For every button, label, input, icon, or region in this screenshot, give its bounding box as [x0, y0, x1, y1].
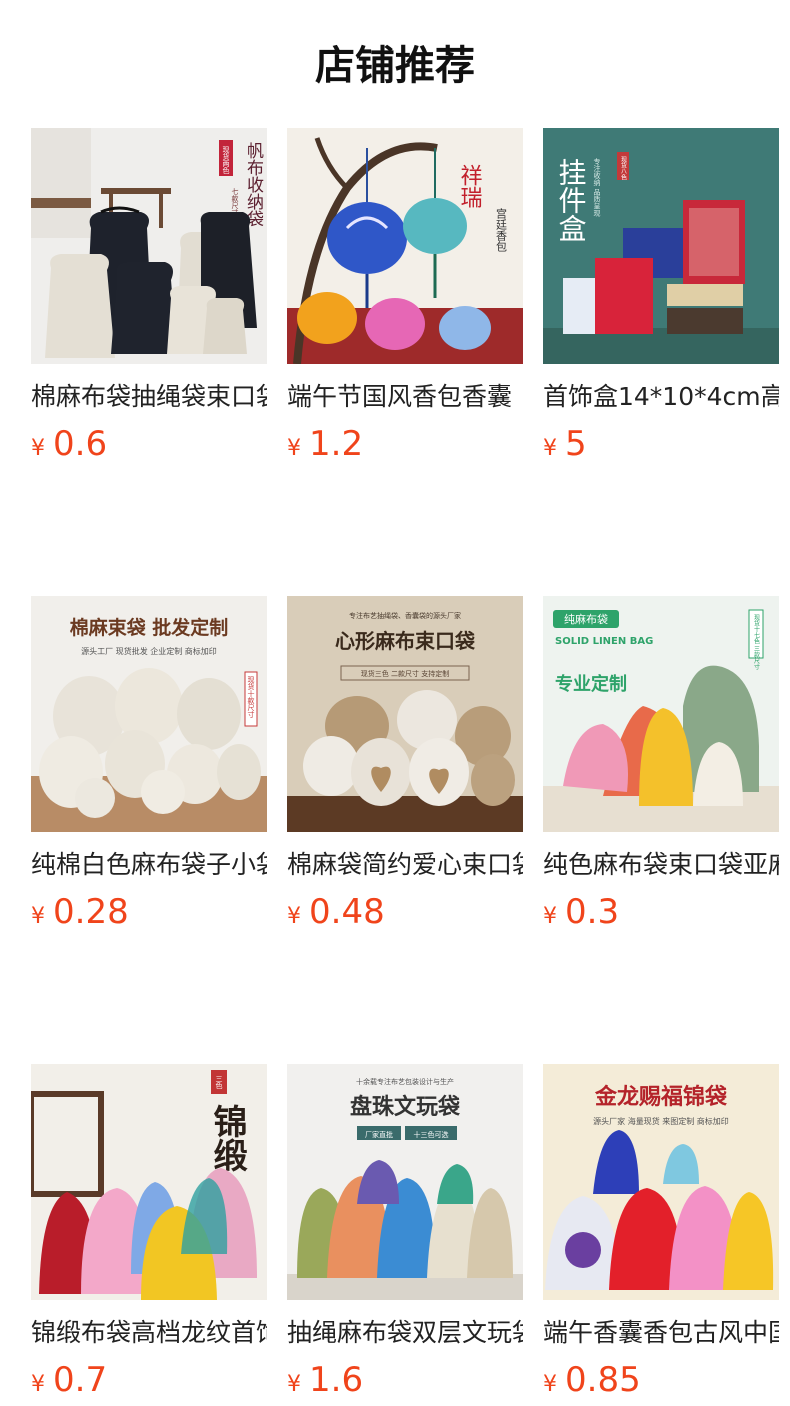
svg-text:厂家直批: 厂家直批 — [365, 1130, 393, 1139]
product-card[interactable]: 纯麻布袋 SOLID LINEN BAG 专业定制 现货十七色 三款尺寸 纯色麻… — [543, 596, 779, 932]
price-value: 1.6 — [309, 1360, 364, 1400]
currency-symbol: ¥ — [287, 1372, 301, 1397]
currency-symbol: ¥ — [31, 904, 45, 929]
price-value: 1.2 — [309, 424, 364, 464]
product-name[interactable]: 端午节国风香包香囊 — [287, 380, 523, 414]
currency-symbol: ¥ — [543, 436, 557, 461]
price-value: 0.85 — [565, 1360, 641, 1400]
product-image[interactable]: 锦缎 三色 — [31, 1064, 267, 1300]
product-grid: 现货两色 帆布收纳袋 七款尺寸 棉麻布袋抽绳袋束口袋 ¥0.6 祥瑞 宫廷香包 … — [31, 128, 779, 1400]
price-value: 0.48 — [309, 892, 385, 932]
currency-symbol: ¥ — [543, 904, 557, 929]
svg-text:十三色可选: 十三色可选 — [414, 1130, 449, 1139]
product-image[interactable]: 挂件盒 专注收纳 品质呈现 现货八色 — [543, 128, 779, 364]
product-price: ¥0.6 — [31, 424, 267, 464]
currency-symbol: ¥ — [287, 904, 301, 929]
product-card[interactable]: 棉麻束袋 批发定制 源头工厂 现货批发 企业定制 商标加印 现货十款尺寸 纯棉白… — [31, 596, 267, 932]
svg-text:现货十款尺寸: 现货十款尺寸 — [247, 676, 255, 718]
svg-text:现货十七色 三款尺寸: 现货十七色 三款尺寸 — [753, 614, 760, 670]
product-price: ¥0.28 — [31, 892, 267, 932]
svg-text:金龙赐福锦袋: 金龙赐福锦袋 — [594, 1084, 728, 1110]
svg-text:SOLID LINEN BAG: SOLID LINEN BAG — [555, 636, 653, 647]
svg-text:专注布艺抽绳袋、香囊袋的源头厂家: 专注布艺抽绳袋、香囊袋的源头厂家 — [349, 611, 461, 620]
product-price: ¥5 — [543, 424, 779, 464]
svg-text:现货八色: 现货八色 — [620, 156, 627, 180]
page-title: 店铺推荐 — [315, 43, 475, 89]
currency-symbol: ¥ — [287, 436, 301, 461]
price-value: 0.28 — [53, 892, 129, 932]
product-card[interactable]: 专注布艺抽绳袋、香囊袋的源头厂家 心形麻布束口袋 现货三色 二款尺寸 支持定制 … — [287, 596, 523, 932]
product-name[interactable]: 棉麻袋简约爱心束口袋 — [287, 848, 523, 882]
svg-text:锦缎: 锦缎 — [207, 1104, 247, 1172]
price-value: 0.6 — [53, 424, 108, 464]
price-value: 0.7 — [53, 1360, 108, 1400]
product-card[interactable]: 锦缎 三色 锦缎布袋高档龙纹首饰 ¥0.7 — [31, 1064, 267, 1400]
product-price: ¥0.7 — [31, 1360, 267, 1400]
product-price: ¥0.48 — [287, 892, 523, 932]
product-image[interactable]: 纯麻布袋 SOLID LINEN BAG 专业定制 现货十七色 三款尺寸 — [543, 596, 779, 832]
svg-text:心形麻布束口袋: 心形麻布束口袋 — [335, 629, 476, 653]
svg-text:纯麻布袋: 纯麻布袋 — [564, 612, 608, 626]
product-card[interactable]: 祥瑞 宫廷香包 端午节国风香包香囊 ¥1.2 — [287, 128, 523, 464]
svg-text:专注收纳 品质呈现: 专注收纳 品质呈现 — [593, 157, 601, 217]
svg-text:现货三色 二款尺寸 支持定制: 现货三色 二款尺寸 支持定制 — [361, 669, 449, 678]
svg-text:源头厂家 海量现货 来图定制 商标加印: 源头厂家 海量现货 来图定制 商标加印 — [593, 1116, 729, 1126]
product-name[interactable]: 棉麻布袋抽绳袋束口袋 — [31, 380, 267, 414]
svg-text:三色: 三色 — [215, 1075, 223, 1089]
product-image[interactable]: 金龙赐福锦袋 源头厂家 海量现货 来图定制 商标加印 — [543, 1064, 779, 1300]
product-card[interactable]: 挂件盒 专注收纳 品质呈现 现货八色 首饰盒14*10*4cm高档 ¥5 — [543, 128, 779, 464]
product-price: ¥0.85 — [543, 1360, 779, 1400]
product-price: ¥0.3 — [543, 892, 779, 932]
product-price: ¥1.2 — [287, 424, 523, 464]
svg-text:专业定制: 专业定制 — [555, 673, 627, 695]
product-image[interactable]: 祥瑞 宫廷香包 — [287, 128, 523, 364]
price-value: 5 — [565, 424, 587, 464]
svg-text:十余载专注布艺包装设计与生产: 十余载专注布艺包装设计与生产 — [356, 1077, 454, 1086]
product-name[interactable]: 纯棉白色麻布袋子小袋 — [31, 848, 267, 882]
svg-text:祥瑞: 祥瑞 — [457, 164, 483, 208]
product-name[interactable]: 锦缎布袋高档龙纹首饰 — [31, 1316, 267, 1350]
product-image[interactable]: 棉麻束袋 批发定制 源头工厂 现货批发 企业定制 商标加印 现货十款尺寸 — [31, 596, 267, 832]
currency-symbol: ¥ — [31, 436, 45, 461]
product-name[interactable]: 端午香囊香包古风中国 — [543, 1316, 779, 1350]
product-name[interactable]: 抽绳麻布袋双层文玩袋 — [287, 1316, 523, 1350]
svg-text:现货两色: 现货两色 — [222, 146, 230, 174]
product-price: ¥1.6 — [287, 1360, 523, 1400]
svg-text:棉麻束袋 批发定制: 棉麻束袋 批发定制 — [70, 616, 229, 639]
product-card[interactable]: 金龙赐福锦袋 源头厂家 海量现货 来图定制 商标加印 端午香囊香包古风中国 ¥0… — [543, 1064, 779, 1400]
svg-text:七款尺寸: 七款尺寸 — [231, 187, 239, 216]
product-card[interactable]: 十余载专注布艺包装设计与生产 盘珠文玩袋 厂家直批 十三色可选 抽绳麻布袋双层文… — [287, 1064, 523, 1400]
svg-text:挂件盒: 挂件盒 — [555, 158, 588, 242]
price-value: 0.3 — [565, 892, 620, 932]
product-card[interactable]: 现货两色 帆布收纳袋 七款尺寸 棉麻布袋抽绳袋束口袋 ¥0.6 — [31, 128, 267, 464]
svg-text:盘珠文玩袋: 盘珠文玩袋 — [350, 1094, 461, 1120]
product-name[interactable]: 首饰盒14*10*4cm高档 — [543, 380, 779, 414]
product-image[interactable]: 专注布艺抽绳袋、香囊袋的源头厂家 心形麻布束口袋 现货三色 二款尺寸 支持定制 — [287, 596, 523, 832]
currency-symbol: ¥ — [543, 1372, 557, 1397]
product-image[interactable]: 现货两色 帆布收纳袋 七款尺寸 — [31, 128, 267, 364]
currency-symbol: ¥ — [31, 1372, 45, 1397]
product-image[interactable]: 十余载专注布艺包装设计与生产 盘珠文玩袋 厂家直批 十三色可选 — [287, 1064, 523, 1300]
svg-text:源头工厂 现货批发 企业定制 商标加印: 源头工厂 现货批发 企业定制 商标加印 — [81, 646, 217, 656]
svg-text:宫廷香包: 宫廷香包 — [495, 207, 508, 252]
product-name[interactable]: 纯色麻布袋束口袋亚麻 — [543, 848, 779, 882]
